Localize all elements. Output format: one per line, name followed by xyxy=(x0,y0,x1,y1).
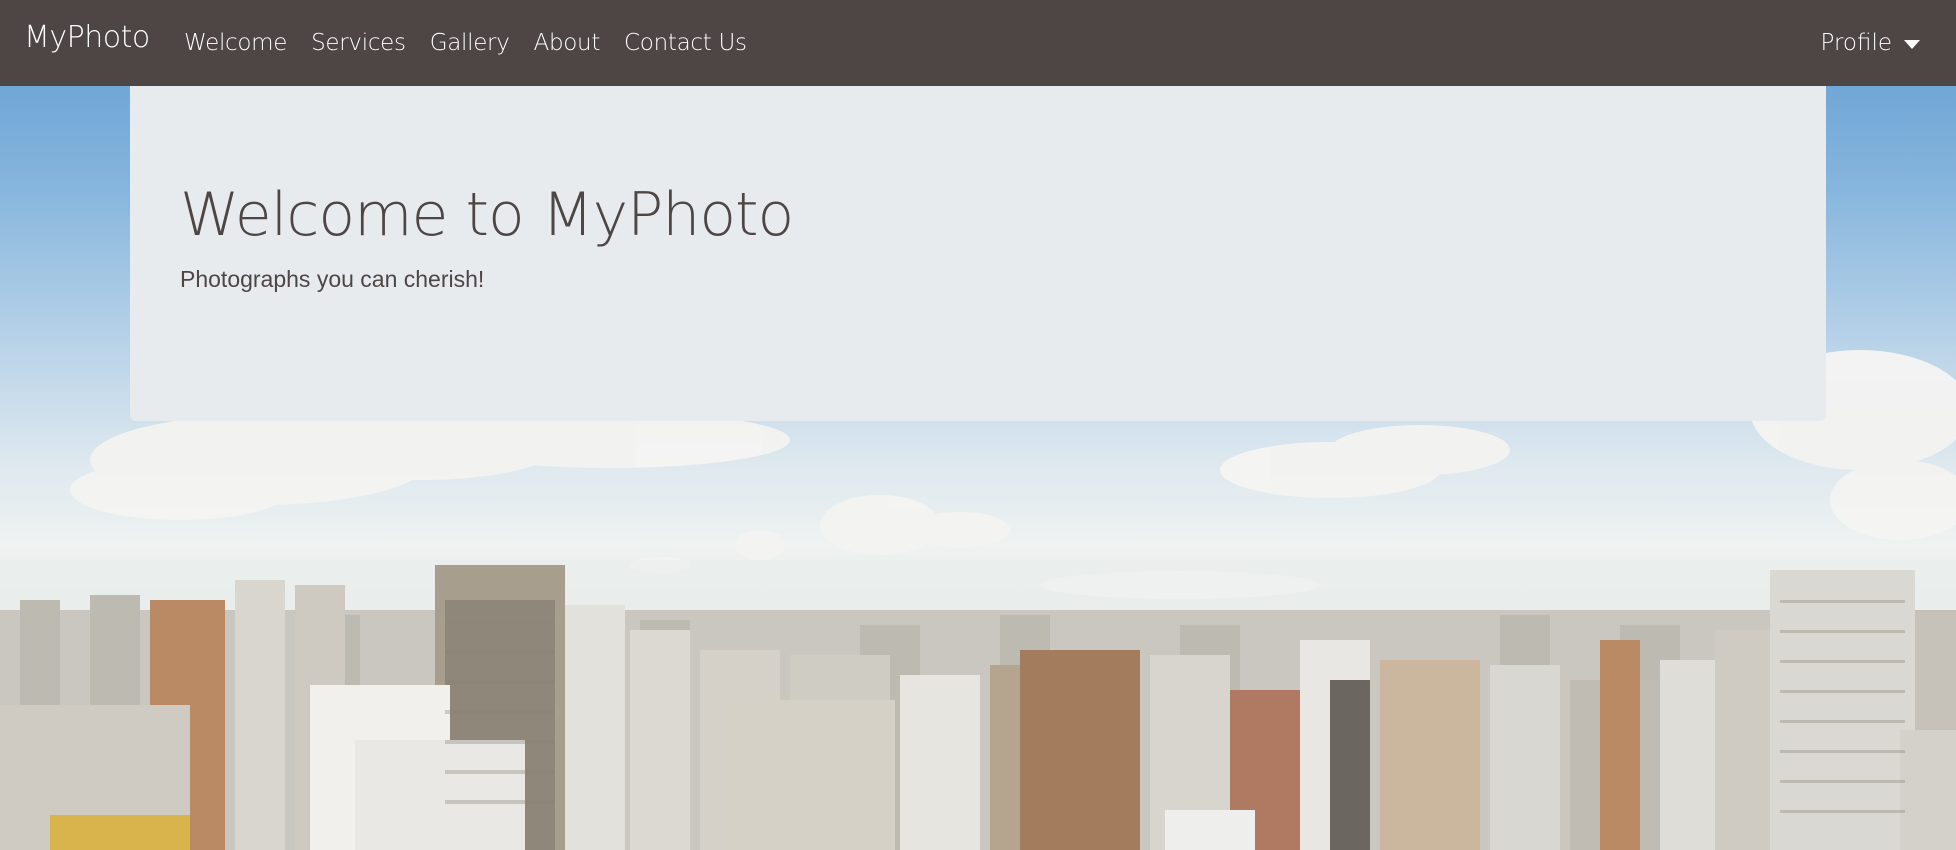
nav-link-gallery[interactable]: Gallery xyxy=(418,26,522,60)
profile-dropdown-toggle[interactable]: Profile xyxy=(1820,26,1920,60)
nav-links: Welcome Services Gallery About Contact U… xyxy=(172,26,759,60)
page-title: Welcome to MyPhoto xyxy=(180,180,794,250)
nav-link-services[interactable]: Services xyxy=(299,26,418,60)
top-navbar: MyPhoto Welcome Services Gallery About C… xyxy=(0,0,1956,86)
nav-link-about[interactable]: About xyxy=(522,26,613,60)
profile-label: Profile xyxy=(1820,30,1892,56)
caret-down-icon xyxy=(1904,39,1920,49)
nav-link-welcome[interactable]: Welcome xyxy=(172,26,299,60)
nav-link-contact-us[interactable]: Contact Us xyxy=(612,26,759,60)
hero-jumbotron: Welcome to MyPhoto Photographs you can c… xyxy=(130,86,1826,421)
page-subtitle: Photographs you can cherish! xyxy=(180,266,485,292)
brand-logo-link[interactable]: MyPhoto xyxy=(24,20,150,55)
